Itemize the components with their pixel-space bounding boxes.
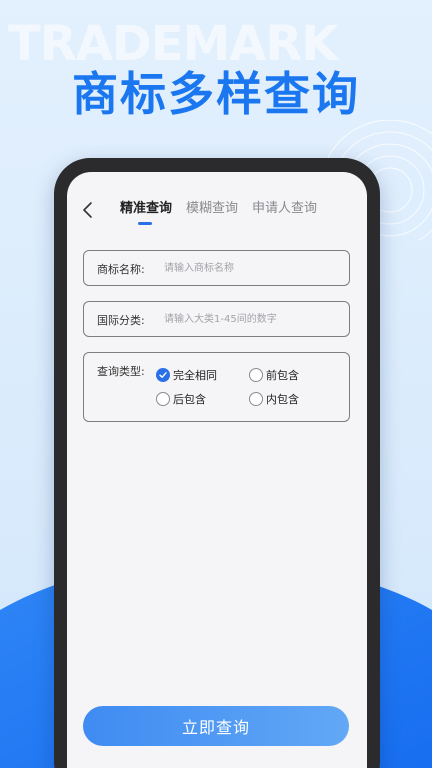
option-contains-match[interactable]: 内包含 xyxy=(249,391,299,407)
active-tab-indicator xyxy=(138,222,152,225)
trademark-name-input[interactable] xyxy=(164,260,344,276)
query-type-label: 查询类型: xyxy=(97,365,145,378)
international-class-input[interactable] xyxy=(164,311,344,327)
option-contains-match-label: 内包含 xyxy=(266,393,299,406)
option-suffix-match-label: 后包含 xyxy=(173,393,206,406)
international-class-field[interactable]: 国际分类: xyxy=(83,301,350,337)
tab-exact-search[interactable]: 精准查询 xyxy=(120,200,172,218)
option-prefix-match[interactable]: 前包含 xyxy=(249,367,299,383)
phone-screen: 精准查询 模糊查询 申请人查询 商标名称: 国际分类: 查询类型: 完全相同 前… xyxy=(67,172,367,768)
international-class-label: 国际分类: xyxy=(97,314,145,327)
checked-radio-icon[interactable] xyxy=(156,368,170,382)
promo-headline: 商标多样查询 xyxy=(72,67,360,121)
tab-fuzzy-search[interactable]: 模糊查询 xyxy=(186,200,238,218)
option-exact-match[interactable]: 完全相同 xyxy=(156,367,217,383)
option-exact-match-label: 完全相同 xyxy=(173,369,217,382)
radio-icon[interactable] xyxy=(249,368,263,382)
tab-applicant-search[interactable]: 申请人查询 xyxy=(252,200,317,218)
option-prefix-match-label: 前包含 xyxy=(266,369,299,382)
search-now-button[interactable]: 立即查询 xyxy=(83,706,349,746)
radio-icon[interactable] xyxy=(249,392,263,406)
query-type-group: 查询类型: 完全相同 前包含 后包含 内包含 xyxy=(83,352,350,422)
trademark-name-label: 商标名称: xyxy=(97,263,145,276)
trademark-name-field[interactable]: 商标名称: xyxy=(83,250,350,286)
top-navigation: 精准查询 模糊查询 申请人查询 xyxy=(67,196,367,226)
radio-icon[interactable] xyxy=(156,392,170,406)
back-arrow-icon[interactable] xyxy=(81,200,95,220)
option-suffix-match[interactable]: 后包含 xyxy=(156,391,206,407)
